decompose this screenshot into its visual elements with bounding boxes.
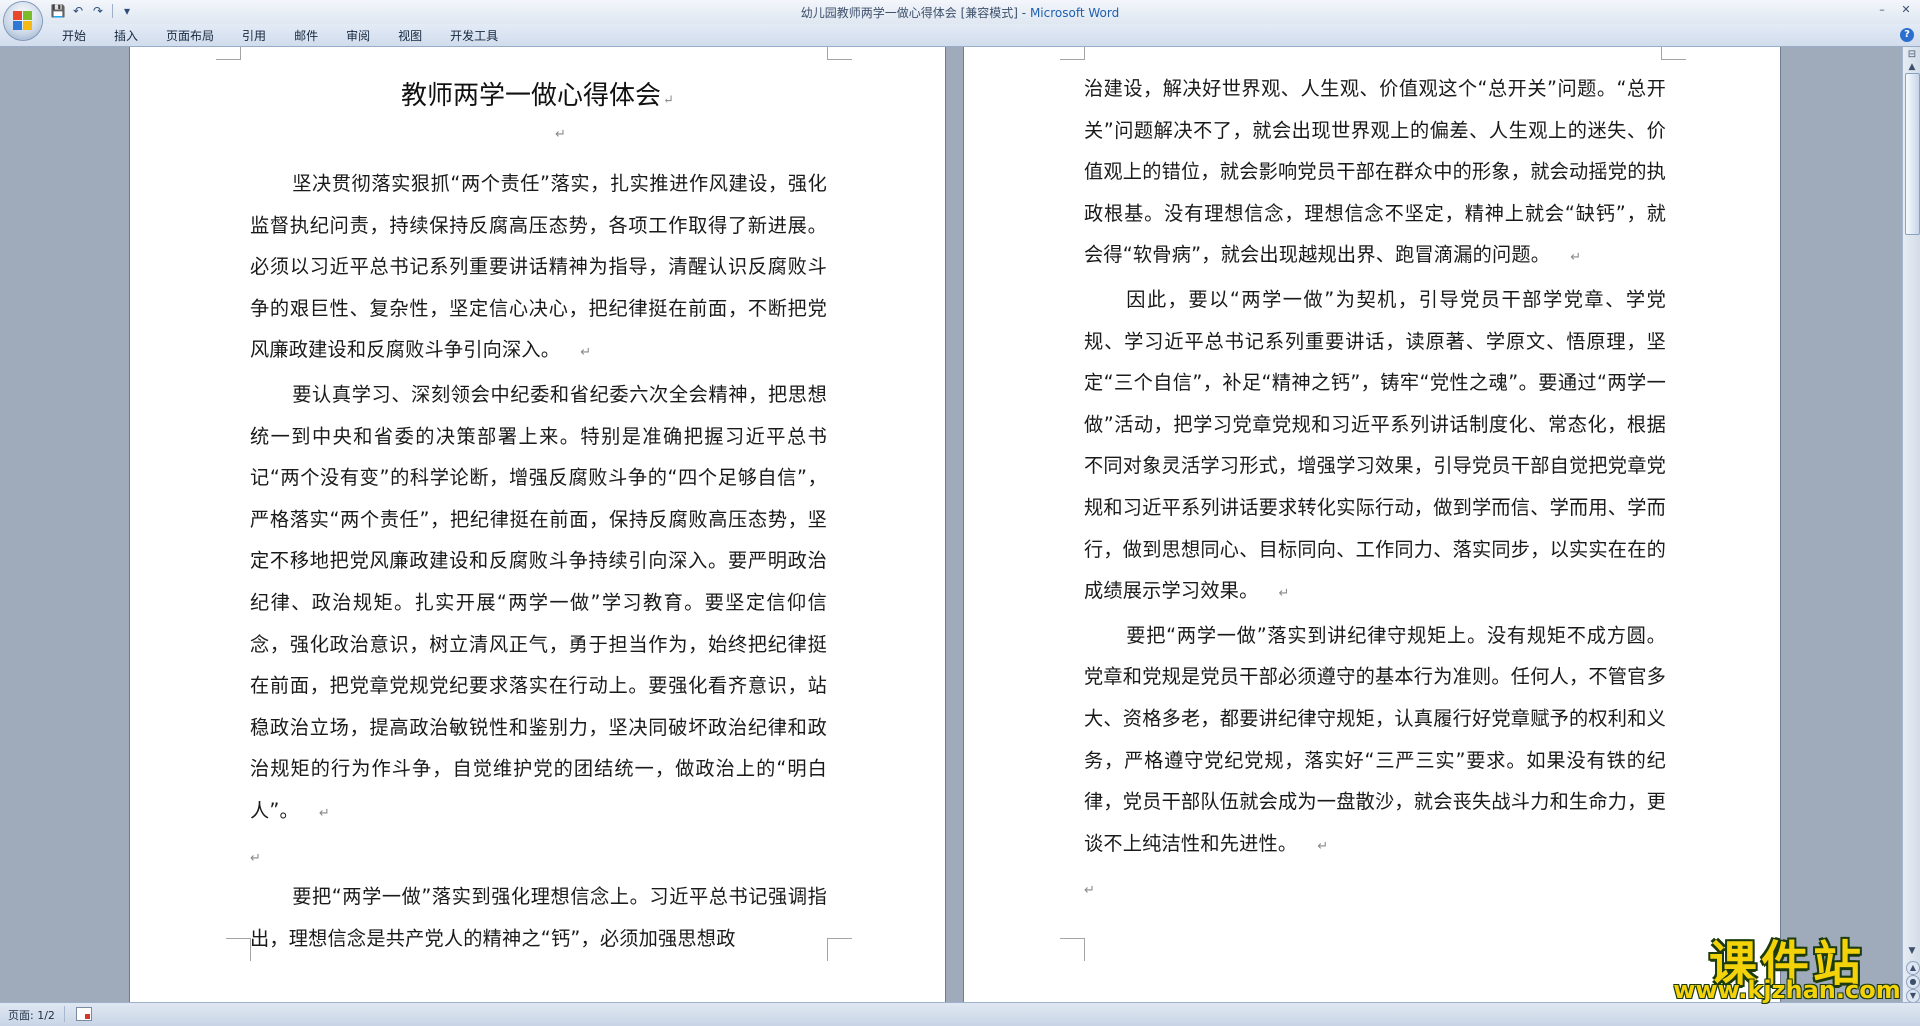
- ribbon-tab[interactable]: 开始: [48, 28, 100, 44]
- document-page-2[interactable]: 治建设，解决好世界观、人生观、价值观这个“总开关”问题。“总开关”问题解决不了，…: [964, 47, 1780, 1002]
- paragraph-mark: ↵: [1278, 586, 1290, 602]
- page-2-body[interactable]: 治建设，解决好世界观、人生观、价值观这个“总开关”问题。“总开关”问题解决不了，…: [1084, 68, 1666, 909]
- paragraph[interactable]: 坚决贯彻落实狠抓“两个责任”落实，扎实推进作风建设，强化监督执纪问责，持续保持反…: [250, 163, 827, 374]
- paragraph-mark: ↵: [250, 850, 262, 866]
- view-ruler-icon[interactable]: ⊟: [1906, 49, 1918, 61]
- next-page-icon[interactable]: ▼: [1906, 989, 1920, 1003]
- paragraph-text: 因此，要以“两学一做”为契机，引导党员干部学党章、学党规、学习近平总书记系列重要…: [1084, 287, 1666, 603]
- margin-mark-top-left: [216, 47, 241, 60]
- paragraph-mark: ↵: [1084, 883, 1096, 899]
- proofing-icon[interactable]: [76, 1007, 92, 1021]
- ribbon-tab[interactable]: 视图: [384, 28, 436, 44]
- ribbon-tab[interactable]: 页面布局: [152, 28, 228, 44]
- paragraph-text: 要把“两学一做”落实到强化理想信念上。习近平总书记强调指出，理想信念是共产党人的…: [250, 885, 827, 950]
- ribbon-tab[interactable]: 邮件: [280, 28, 332, 44]
- scroll-down-arrow-icon[interactable]: ▼: [1906, 945, 1918, 957]
- window-title: 幼儿园教师两学一做心得体会 [兼容模式] - Microsoft Word: [0, 4, 1920, 21]
- page-1-body[interactable]: 坚决贯彻落实狠抓“两个责任”落实，扎实推进作风建设，强化监督执纪问责，持续保持反…: [250, 163, 827, 959]
- paragraph[interactable]: 要认真学习、深刻领会中纪委和省纪委六次全会精神，把思想统一到中央和省委的决策部署…: [250, 374, 827, 835]
- paragraph-mark: ↵: [1317, 838, 1329, 854]
- title-bar: 💾 ↶ ↷ ▾ 幼儿园教师两学一做心得体会 [兼容模式] - Microsoft…: [0, 0, 1920, 24]
- help-icon[interactable]: ?: [1900, 28, 1914, 42]
- paragraph-text: 坚决贯彻落实狠抓“两个责任”落实，扎实推进作风建设，强化监督执纪问责，持续保持反…: [250, 172, 827, 362]
- margin-mark-top-right: [827, 47, 852, 60]
- paragraph-mark: ↵: [318, 805, 331, 821]
- document-page-1[interactable]: 教师两学一做心得体会 ↵ ↵ 坚决贯彻落实狠抓“两个责任”落实，扎实推进作风建设，…: [130, 47, 945, 1002]
- document-name: 幼儿园教师两学一做心得体会 [兼容模式]: [800, 6, 1018, 20]
- paragraph-mark: ↵: [663, 93, 674, 108]
- page-count[interactable]: 页面: 1/2: [8, 1007, 55, 1023]
- paragraph-mark: ↵: [580, 345, 592, 361]
- document-title-text: 教师两学一做心得体会: [401, 81, 662, 111]
- margin-mark-bottom-left: [1060, 938, 1085, 961]
- paragraph[interactable]: 因此，要以“两学一做”为契机，引导党员干部学党章、学党规、学习近平总书记系列重要…: [1084, 279, 1666, 615]
- ribbon-tab[interactable]: 引用: [228, 28, 280, 44]
- scrollbar-thumb[interactable]: [1905, 73, 1920, 235]
- minimize-button[interactable]: –: [1870, 0, 1894, 18]
- site-watermark: 课件站 www.kjzhan.com: [1672, 920, 1902, 1004]
- paragraph-mark: ↵: [555, 127, 566, 142]
- title-separator: -: [1017, 6, 1030, 20]
- close-button[interactable]: ✕: [1894, 0, 1918, 18]
- paragraph[interactable]: 要把“两学一做”落实到强化理想信念上。习近平总书记强调指出，理想信念是共产党人的…: [250, 876, 827, 959]
- empty-paragraph[interactable]: ↵: [250, 835, 827, 877]
- paragraph-text: 要把“两学一做”落实到讲纪律守规矩上。没有规矩不成方圆。党章和党规是党员干部必须…: [1084, 623, 1666, 855]
- empty-paragraph[interactable]: ↵: [1084, 867, 1666, 909]
- status-divider: [64, 1006, 65, 1022]
- margin-mark-bottom-right: [827, 938, 852, 961]
- scroll-up-arrow-icon[interactable]: ▲: [1906, 61, 1918, 73]
- previous-page-icon[interactable]: ▲: [1906, 961, 1920, 975]
- document-workspace[interactable]: 教师两学一做心得体会 ↵ ↵ 坚决贯彻落实狠抓“两个责任”落实，扎实推进作风建设，…: [0, 47, 1902, 1002]
- paragraph[interactable]: 要把“两学一做”落实到讲纪律守规矩上。没有规矩不成方圆。党章和党规是党员干部必须…: [1084, 615, 1666, 868]
- office-button[interactable]: [4, 2, 42, 40]
- paragraph-mark: ↵: [1570, 250, 1582, 266]
- vertical-scrollbar[interactable]: ⊟ ▲ ▼ ▲ ● ▼: [1902, 47, 1920, 1003]
- document-title: 教师两学一做心得体会 ↵: [130, 75, 945, 112]
- ribbon-tab[interactable]: 插入: [100, 28, 152, 44]
- paragraph-text: 要认真学习、深刻领会中纪委和省纪委六次全会精神，把思想统一到中央和省委的决策部署…: [250, 382, 827, 822]
- office-logo-icon: [13, 11, 33, 31]
- margin-mark-top-right: [1661, 47, 1686, 60]
- margin-mark-bottom-left: [226, 938, 251, 961]
- paragraph-text: 治建设，解决好世界观、人生观、价值观这个“总开关”问题。“总开关”问题解决不了，…: [1084, 77, 1666, 267]
- select-browse-object-icon[interactable]: ●: [1906, 975, 1920, 989]
- ribbon-tab[interactable]: 审阅: [332, 28, 384, 44]
- paragraph[interactable]: 治建设，解决好世界观、人生观、价值观这个“总开关”问题。“总开关”问题解决不了，…: [1084, 68, 1666, 279]
- ribbon-tab-bar: 开始 插入 页面布局 引用 邮件 审阅 视图 开发工具 ?: [0, 24, 1920, 47]
- application-name: Microsoft Word: [1029, 6, 1120, 20]
- window-controls: – ✕: [1870, 0, 1918, 18]
- ribbon-tab[interactable]: 开发工具: [436, 28, 512, 44]
- ribbon-tabs: 开始 插入 页面布局 引用 邮件 审阅 视图 开发工具: [48, 28, 512, 44]
- status-bar: 页面: 1/2: [0, 1002, 1920, 1026]
- margin-mark-top-left: [1060, 47, 1085, 60]
- watermark-url: www.kjzhan.com: [1673, 976, 1901, 1004]
